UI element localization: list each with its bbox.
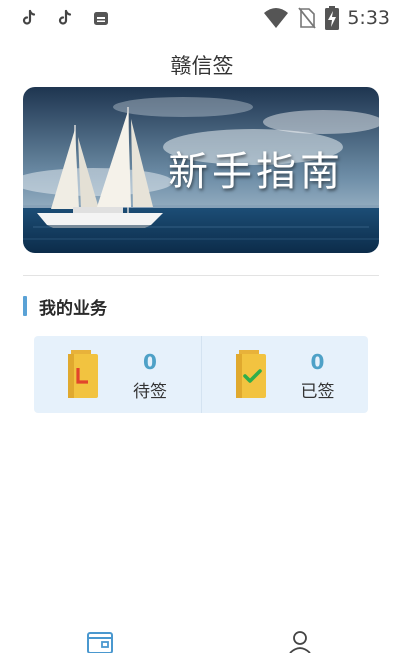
battery-charging-icon [325,6,340,30]
signed-card[interactable]: 0 已签 [200,336,369,413]
shop-icon [94,12,108,25]
pending-card[interactable]: 0 待签 [34,336,201,413]
page-title: 赣信签 [170,54,234,78]
home-icon [87,632,113,653]
status-bar: 5:33 [0,0,404,38]
signed-document-icon [235,350,266,398]
pending-document-icon [68,350,98,398]
tab-profile[interactable] [280,630,320,653]
section-title: 我的业务 [39,298,107,319]
signed-count: 0 [310,350,325,374]
section-header: 我的业务 [23,295,107,319]
tiktok-icon [22,9,36,25]
business-panel: 0 待签 0 已签 [34,336,368,413]
tiktok-icon [58,9,72,25]
profile-icon [289,631,311,653]
status-time: 5:33 [347,7,390,29]
signed-label: 已签 [300,382,335,402]
pending-label: 待签 [133,382,167,402]
tab-home[interactable] [80,630,120,653]
pending-count: 0 [143,350,157,374]
banner-title: 新手指南 [168,149,344,195]
section-accent-bar [23,296,27,316]
no-sim-icon [298,7,317,29]
wifi-icon [264,8,289,28]
guide-banner[interactable]: 新手指南 [23,87,379,253]
tab-bar [0,620,404,653]
divider [23,275,379,276]
